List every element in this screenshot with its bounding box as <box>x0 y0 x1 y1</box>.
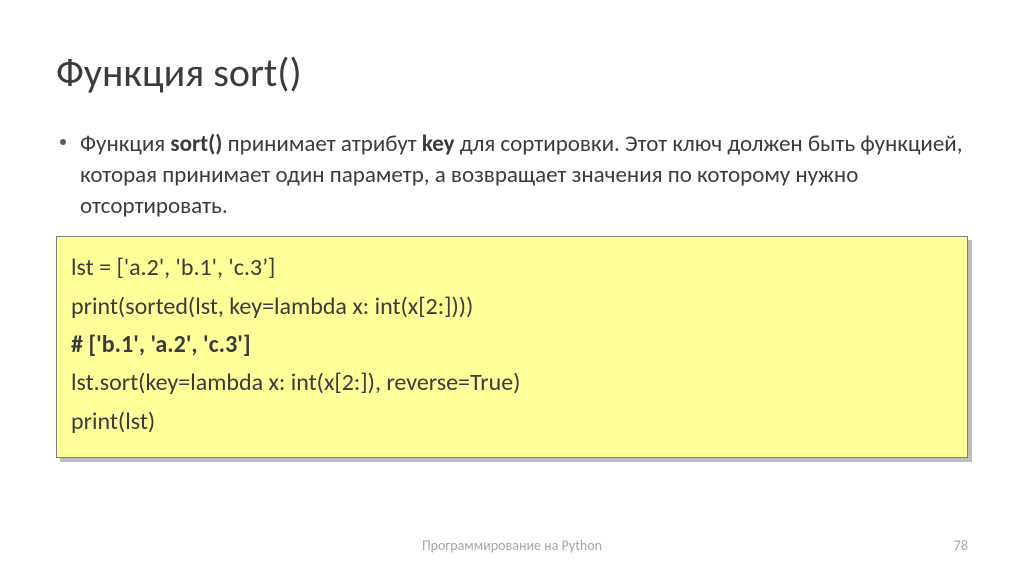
bullet-item: Функция sort() принимает атрибут key для… <box>56 129 968 222</box>
code-box-inner: lst = ['a.2', 'b.1', 'c.3’] print(sorted… <box>56 236 968 458</box>
code-line-1: lst = ['a.2', 'b.1', 'c.3’] <box>71 249 953 287</box>
code-line-5: print(lst) <box>71 403 953 441</box>
footer-text: Программирование на Python <box>0 537 1024 554</box>
page-number: 78 <box>954 537 968 554</box>
code-line-4: lst.sort(key=lambda x: int(x[2:]), rever… <box>71 364 953 402</box>
slide-title: Функция sort() <box>56 48 968 97</box>
bullet-text-mid1: принимает атрибут <box>222 130 421 158</box>
bullet-text-b1: sort() <box>170 130 222 158</box>
code-box: lst = ['a.2', 'b.1', 'c.3’] print(sorted… <box>56 236 968 458</box>
slide: Функция sort() Функция sort() принимает … <box>0 0 1024 574</box>
footer: Программирование на Python <box>0 537 1024 554</box>
bullet-dot-icon <box>60 139 66 145</box>
code-line-3: # ['b.1', 'a.2', 'c.3'] <box>71 326 953 364</box>
bullet-text: Функция sort() принимает атрибут key для… <box>80 129 968 222</box>
code-line-2: print(sorted(lst, key=lambda x: int(x[2:… <box>71 288 953 326</box>
bullet-text-b2: key <box>422 130 455 158</box>
bullet-text-pre: Функция <box>80 130 170 158</box>
